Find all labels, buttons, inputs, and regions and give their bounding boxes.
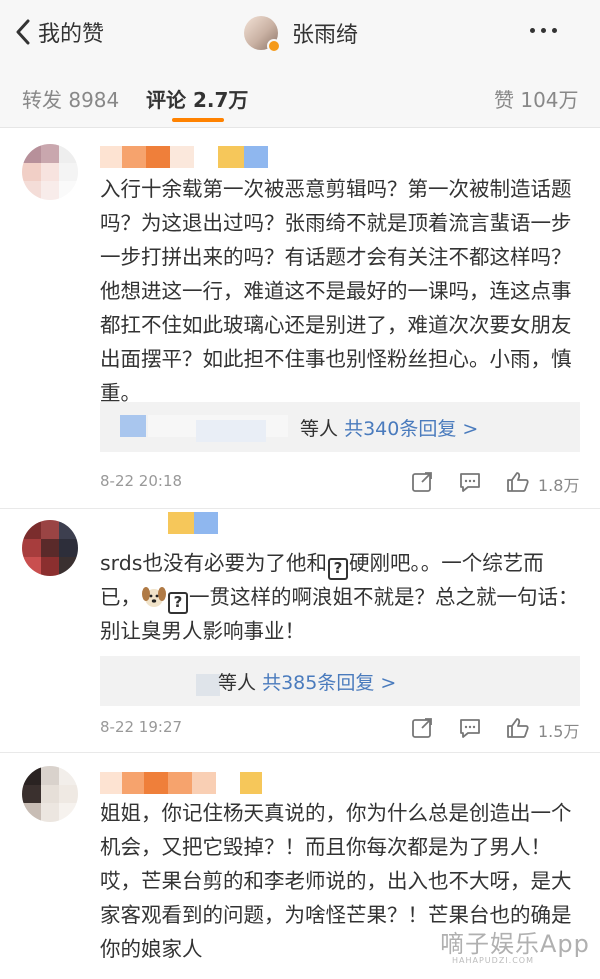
unknown-emoji-icon: ? <box>168 592 188 614</box>
username-blurred[interactable] <box>100 146 268 168</box>
replies-link[interactable]: 共340条回复 > <box>344 418 478 440</box>
tab-active-indicator <box>172 118 224 122</box>
comment-meta: 8-22 19:27 1.5万 <box>100 716 580 741</box>
divider <box>0 508 600 509</box>
comment-meta: 8-22 20:18 1.8万 <box>100 470 580 495</box>
thumbs-up-icon[interactable] <box>506 470 530 494</box>
tab-like[interactable]: 赞 104万 <box>494 84 579 113</box>
comment-item: srds也没有必要为了他和? 硬刚吧。。一个综艺而已， ? 一贯这样的啊浪姐不就是？… <box>0 510 600 750</box>
share-icon[interactable] <box>410 470 434 494</box>
timestamp: 8-22 20:18 <box>100 472 183 490</box>
watermark: 嘀子娱乐App <box>440 930 590 958</box>
tab-repost[interactable]: 转发 8984 <box>22 84 119 113</box>
tab-bar: 转发 8984 评论 2.7万 赞 104万 <box>0 64 600 128</box>
username-blurred[interactable] <box>168 512 218 534</box>
avatar[interactable] <box>22 766 78 822</box>
divider <box>0 752 600 753</box>
comment-item: 入行十余载第一次被恶意剪辑吗？第一次被制造话题吗？为这退出过吗？张雨绮不就是顶着… <box>0 130 600 510</box>
share-icon[interactable] <box>410 716 434 740</box>
replies-box[interactable]: 等人 共385条回复 > <box>100 656 580 706</box>
like-count: 1.5万 <box>538 722 580 741</box>
unknown-emoji-icon: ? <box>327 558 348 580</box>
tab-comment[interactable]: 评论 2.7万 <box>146 84 248 113</box>
avatar[interactable] <box>22 144 78 200</box>
more-dots-icon[interactable] <box>530 28 557 33</box>
avatar <box>244 16 281 53</box>
timestamp: 8-22 19:27 <box>100 718 183 736</box>
replies-prefix: 等人 <box>218 672 257 694</box>
back-button[interactable]: 我的赞 <box>14 14 104 50</box>
verified-badge-icon <box>267 39 281 53</box>
username-blurred[interactable] <box>100 772 262 794</box>
dog-emoji-icon <box>142 587 166 607</box>
avatar[interactable] <box>22 520 78 576</box>
comment-text: srds也没有必要为了他和? 硬刚吧。。一个综艺而已， ? 一贯这样的啊浪姐不就是？… <box>100 551 579 643</box>
replies-prefix: 等人 <box>300 418 339 440</box>
like-count: 1.8万 <box>538 476 580 495</box>
chevron-left-icon <box>16 19 30 45</box>
comment-icon[interactable] <box>458 716 482 740</box>
comment-text: 入行十余载第一次被恶意剪辑吗？第一次被制造话题吗？为这退出过吗？张雨绮不就是顶着… <box>100 177 572 405</box>
replies-link[interactable]: 共385条回复 > <box>262 672 396 694</box>
back-label: 我的赞 <box>38 22 105 47</box>
comment-icon[interactable] <box>458 470 482 494</box>
nav-bar: 我的赞 张雨绮 <box>0 0 600 64</box>
thumbs-up-icon[interactable] <box>506 716 530 740</box>
page-title: 张雨绮 <box>292 23 359 48</box>
nav-title[interactable]: 张雨绮 <box>244 14 359 53</box>
watermark-sub: HAHAPUDZI.COM <box>452 956 534 965</box>
replies-box[interactable]: 等人 共340条回复 > <box>100 402 580 452</box>
